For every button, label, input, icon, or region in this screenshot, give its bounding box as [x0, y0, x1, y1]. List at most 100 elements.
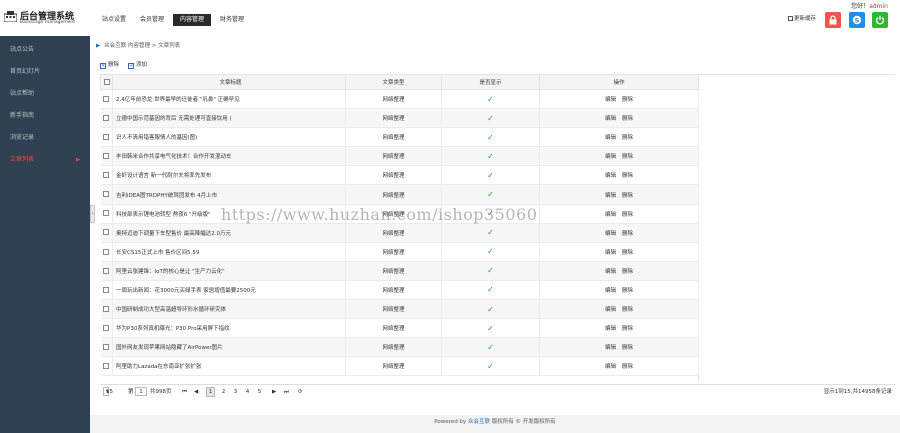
sidebar-item-announcements[interactable]: 站点公告: [0, 39, 90, 61]
row-checkbox[interactable]: [100, 108, 113, 129]
article-title[interactable]: 吉利iDEA图TROPHY统驾团发布 4月上市: [112, 184, 346, 205]
article-title[interactable]: 阿里云张建锋：IoT的核心是让 "生产力云化": [112, 261, 346, 281]
edit-link[interactable]: 编辑: [605, 212, 616, 218]
first-page-icon[interactable]: ⏮: [182, 385, 187, 399]
table-row[interactable]: 华为P30系列真机曝光：P30 Pro采用屏下指纹 网络整理 ✓ 编辑 删除: [100, 318, 699, 339]
lock-button[interactable]: [825, 12, 841, 28]
article-title[interactable]: 国外网友发现苹果网站隐藏了AirPower图片: [112, 337, 346, 358]
last-page-icon[interactable]: ⏭: [284, 385, 289, 399]
article-title[interactable]: 2.4亿年前恐龙:世界最早的迁徙者 "巩鼻" 正确罕见: [112, 89, 346, 110]
column-title[interactable]: 文章标题: [112, 74, 346, 90]
delete-link[interactable]: 删除: [622, 97, 633, 103]
table-row[interactable]: 金虾设计语言 新一代耐尔夫将率先发布 网络整理 ✓ 编辑 删除: [100, 165, 699, 186]
delete-link[interactable]: 删除: [622, 135, 633, 141]
table-row[interactable]: 2.4亿年前恐龙:世界最早的迁徙者 "巩鼻" 正确罕见 网络整理 ✓ 编辑 删除: [100, 89, 699, 110]
row-checkbox[interactable]: [100, 356, 113, 377]
delete-link[interactable]: 删除: [622, 154, 633, 160]
table-row[interactable]: 奥特迈迪下调量下车型售价 最高降幅达2.0万元 网络整理 ✓ 编辑 删除: [100, 223, 699, 243]
sidebar-item-history[interactable]: 浏览记录: [0, 127, 90, 149]
row-checkbox[interactable]: [100, 280, 113, 301]
next-page-icon[interactable]: ▶: [272, 385, 276, 399]
page-number[interactable]: 1: [206, 387, 215, 397]
refresh-cache-link[interactable]: 更新缓存: [788, 14, 816, 22]
edit-link[interactable]: 编辑: [605, 345, 616, 351]
row-checkbox[interactable]: [100, 146, 113, 167]
delete-button[interactable]: × 删除: [100, 59, 119, 71]
edit-link[interactable]: 编辑: [605, 173, 616, 179]
delete-link[interactable]: 删除: [622, 269, 633, 275]
page-number[interactable]: 3: [231, 385, 240, 399]
article-title[interactable]: 中国研制成功大型高温超导环形水循环研究体: [112, 299, 346, 320]
row-checkbox[interactable]: [100, 165, 113, 186]
delete-link[interactable]: 删除: [622, 307, 633, 313]
edit-link[interactable]: 编辑: [605, 269, 616, 275]
page-size-select[interactable]: 15 ▾: [103, 387, 113, 396]
edit-link[interactable]: 编辑: [605, 135, 616, 141]
row-checkbox[interactable]: [100, 184, 113, 205]
sidebar-item-help[interactable]: 站点帮助: [0, 83, 90, 105]
article-title[interactable]: 阿里助力Lazada在东南亚扩张扩张: [112, 356, 346, 377]
table-row[interactable]: 阿里云张建锋：IoT的核心是让 "生产力云化" 网络整理 ✓ 编辑 删除: [100, 261, 699, 281]
sidebar-collapse-handle[interactable]: ‹: [90, 205, 95, 223]
edit-link[interactable]: 编辑: [605, 250, 616, 256]
edit-link[interactable]: 编辑: [605, 326, 616, 332]
edit-link[interactable]: 编辑: [605, 116, 616, 122]
sidebar-item-slides[interactable]: 首页幻灯片: [0, 61, 90, 83]
delete-link[interactable]: 删除: [622, 345, 633, 351]
nav-content[interactable]: 内容管理: [173, 14, 211, 26]
delete-link[interactable]: 删除: [622, 193, 633, 199]
table-row[interactable]: 吉利iDEA图TROPHY统驾团发布 4月上市 网络整理 ✓ 编辑 删除: [100, 184, 699, 205]
delete-link[interactable]: 删除: [622, 173, 633, 179]
table-row[interactable]: 识人不清用错客服情人的基因(图) 网络整理 ✓ 编辑 删除: [100, 127, 699, 148]
article-title[interactable]: 识人不清用错客服情人的基因(图): [112, 127, 346, 148]
power-button[interactable]: [872, 12, 888, 28]
delete-link[interactable]: 删除: [622, 250, 633, 256]
row-checkbox[interactable]: [100, 223, 113, 243]
article-title[interactable]: 丰田韩米合作共享电气化技术！合作开发混动车: [112, 146, 346, 167]
nav-finance[interactable]: 财务管理: [215, 14, 249, 26]
delete-link[interactable]: 删除: [622, 288, 633, 294]
row-checkbox[interactable]: [100, 89, 113, 110]
delete-link[interactable]: 删除: [622, 326, 633, 332]
delete-link[interactable]: 删除: [622, 116, 633, 122]
page-input[interactable]: 1: [135, 387, 147, 396]
edit-link[interactable]: 编辑: [605, 193, 616, 199]
refresh-icon[interactable]: ⟳: [298, 385, 303, 399]
table-row[interactable]: 阿里助力Lazada在东南亚扩张扩张 网络整理 ✓ 编辑 删除: [100, 356, 699, 377]
article-title[interactable]: 长安CS15正式上市 售价区间5.59: [112, 242, 346, 262]
edit-link[interactable]: 编辑: [605, 307, 616, 313]
row-checkbox[interactable]: [100, 127, 113, 148]
row-checkbox[interactable]: [100, 318, 113, 339]
nav-members[interactable]: 会员管理: [135, 14, 169, 26]
edit-link[interactable]: 编辑: [605, 231, 616, 237]
table-row[interactable]: 国外网友发现苹果网站隐藏了AirPower图片 网络整理 ✓ 编辑 删除: [100, 337, 699, 358]
page-number[interactable]: 4: [243, 385, 252, 399]
row-checkbox[interactable]: [100, 242, 113, 262]
sidebar-item-guide[interactable]: 新手指南: [0, 105, 90, 127]
table-row[interactable]: 立德中国示范基因的背后 无需处理可直接饮用 (网络整理 ✓ 编辑 删除: [100, 108, 699, 129]
prev-page-icon[interactable]: ◀: [194, 385, 198, 399]
table-row[interactable]: 中国研制成功大型高温超导环形水循环研究体 网络整理 ✓ 编辑 删除: [100, 299, 699, 320]
select-all-checkbox[interactable]: [100, 74, 113, 90]
table-row[interactable]: 长安CS15正式上市 售价区间5.59 网络整理 ✓ 编辑 删除: [100, 242, 699, 262]
article-title[interactable]: 立德中国示范基因的背后 无需处理可直接饮用 (: [112, 108, 346, 129]
article-title[interactable]: 奥特迈迪下调量下车型售价 最高降幅达2.0万元: [112, 223, 346, 243]
footer-brand[interactable]: 众会互联: [468, 419, 490, 425]
page-number[interactable]: 2: [219, 385, 228, 399]
sidebar-item-articles[interactable]: 文章列表 ▶: [0, 149, 90, 171]
row-checkbox[interactable]: [100, 204, 113, 224]
edit-link[interactable]: 编辑: [605, 288, 616, 294]
delete-link[interactable]: 删除: [622, 364, 633, 370]
page-number[interactable]: 5: [255, 385, 264, 399]
article-title[interactable]: 一周玩出新闻：花3000元买绿手表 家居增值最要2500元: [112, 280, 346, 301]
skype-button[interactable]: S: [849, 12, 865, 28]
user-name[interactable]: admin: [869, 3, 888, 10]
edit-link[interactable]: 编辑: [605, 364, 616, 370]
column-type[interactable]: 文章类型: [345, 74, 442, 90]
article-title[interactable]: 金虾设计语言 新一代耐尔夫将率先发布: [112, 165, 346, 186]
delete-link[interactable]: 删除: [622, 212, 633, 218]
row-checkbox[interactable]: [100, 299, 113, 320]
delete-link[interactable]: 删除: [622, 231, 633, 237]
article-title[interactable]: 华为P30系列真机曝光：P30 Pro采用屏下指纹: [112, 318, 346, 339]
edit-link[interactable]: 编辑: [605, 97, 616, 103]
